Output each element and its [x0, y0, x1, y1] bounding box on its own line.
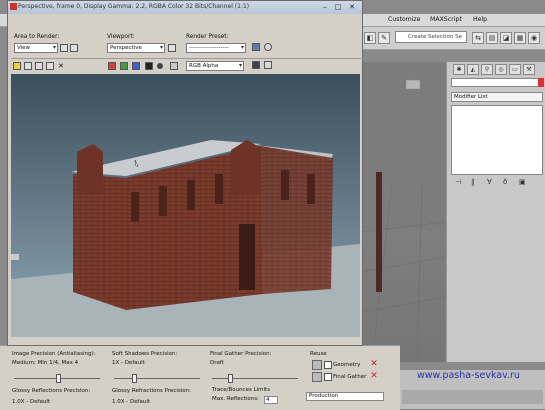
- clear-channel-icon[interactable]: [170, 62, 178, 70]
- glossy-refractions-label: Glossy Refractions Precision:: [112, 388, 191, 394]
- area-to-render-label: Area to Render:: [14, 34, 60, 40]
- minimize-icon[interactable]: –: [320, 3, 330, 12]
- object-color-swatch[interactable]: [538, 78, 544, 87]
- image-precision-label: Image Precision (Antialiasing):: [12, 351, 96, 357]
- image-precision-thumb[interactable]: [56, 374, 61, 383]
- edit-region-icon[interactable]: [60, 44, 68, 52]
- auto-region-icon[interactable]: [70, 44, 78, 52]
- toolbar-curve-editor-icon[interactable]: ▦: [514, 32, 526, 44]
- max-reflections-input[interactable]: 4: [264, 396, 278, 404]
- wall-right: [261, 146, 333, 294]
- toolbar-edit-named-icon[interactable]: ✎: [378, 32, 390, 44]
- display-channel-dropdown[interactable]: RGB Alpha: [186, 61, 244, 71]
- menu-customize[interactable]: Customize: [388, 16, 420, 23]
- maximize-icon[interactable]: □: [333, 3, 343, 12]
- viewport-dropdown[interactable]: Perspective: [107, 43, 165, 53]
- gable-center: [231, 140, 261, 196]
- show-end-result-icon[interactable]: ‖: [471, 178, 475, 186]
- render-setup-panel: Image Precision (Antialiasing): Medium: …: [0, 345, 400, 410]
- toolbar-align-icon[interactable]: ▤: [486, 32, 498, 44]
- render-preset-dropdown[interactable]: --------------------: [186, 43, 246, 53]
- color-swatch-icon[interactable]: [252, 61, 260, 69]
- object-name-field[interactable]: [451, 78, 539, 87]
- menu-help[interactable]: Help: [473, 16, 487, 23]
- soft-shadows-value: 1X - Default: [112, 360, 145, 366]
- glossy-reflections-label: Glossy Reflections Precision:: [12, 388, 91, 394]
- environment-icon[interactable]: [264, 43, 272, 51]
- image-precision-value: Medium: Min 1/4, Max 4: [12, 360, 79, 366]
- final-gather-label: Final Gather Precision:: [210, 351, 272, 357]
- pin-stack-icon[interactable]: ⊣: [455, 178, 461, 186]
- door-opening: [239, 224, 255, 290]
- alpha-channel-icon[interactable]: [145, 62, 153, 70]
- viewcube-icon: [405, 79, 421, 90]
- modify-tab-icon[interactable]: ◭: [467, 64, 479, 75]
- gable-left: [77, 144, 103, 194]
- display-tab-icon[interactable]: ▭: [509, 64, 521, 75]
- watermark-text: www.pasha-sevkav.ru: [417, 370, 520, 381]
- soft-shadows-slider[interactable]: [114, 378, 200, 379]
- final-gather-checkbox[interactable]: [324, 373, 332, 381]
- menu-maxscript[interactable]: MAXScript: [430, 16, 462, 23]
- utilities-tab-icon[interactable]: ⚒: [523, 64, 535, 75]
- close-icon[interactable]: ✕: [347, 3, 357, 12]
- red-channel-icon[interactable]: [108, 62, 116, 70]
- modifier-list-dropdown[interactable]: Modifier List: [451, 92, 543, 102]
- timeline-area: [402, 390, 543, 404]
- geometry-checkbox[interactable]: [324, 361, 332, 369]
- blue-channel-icon[interactable]: [132, 62, 140, 70]
- green-channel-icon[interactable]: [120, 62, 128, 70]
- geometry-label: Geometry: [333, 362, 361, 368]
- toolbar-layer-icon[interactable]: ◪: [500, 32, 512, 44]
- reuse-label: Reuse: [310, 351, 327, 357]
- final-gather-slider[interactable]: [212, 378, 298, 379]
- toolbar-tool-icon[interactable]: ◧: [364, 32, 376, 44]
- motion-tab-icon[interactable]: ◎: [495, 64, 507, 75]
- hierarchy-tab-icon[interactable]: ⚲: [481, 64, 493, 75]
- glossy-refractions-value: 1.0X - Default: [112, 399, 151, 405]
- wall-front-left: [73, 174, 126, 310]
- make-unique-icon[interactable]: ∀: [487, 178, 492, 186]
- toggle-ui-icon[interactable]: [264, 61, 272, 69]
- final-gather-thumb[interactable]: [228, 374, 233, 383]
- viewport-scene: [362, 79, 445, 362]
- modifier-stack-toolbar: ⊣ ‖ ∀ ð ▣: [451, 178, 543, 188]
- selection-set-input[interactable]: Create Selection Se: [395, 31, 467, 43]
- render-preset-label: Render Preset:: [186, 34, 229, 40]
- glossy-reflections-value: 1.0X - Default: [12, 399, 51, 405]
- soft-shadows-thumb[interactable]: [132, 374, 137, 383]
- clone-window-icon[interactable]: [35, 62, 43, 70]
- monochrome-icon[interactable]: [157, 63, 163, 69]
- configure-sets-icon[interactable]: ▣: [519, 178, 526, 186]
- final-gather-check-label: Final Gather: [333, 374, 367, 380]
- preset-dropdown[interactable]: Production: [306, 392, 384, 401]
- trace-limits-label: Trace/Bounces Limits: [212, 387, 271, 393]
- final-gather-clear-icon[interactable]: ✕: [370, 372, 378, 381]
- create-tab-icon[interactable]: ✱: [453, 64, 465, 75]
- geometry-reuse-icon: [312, 360, 322, 370]
- save-image-icon[interactable]: [13, 62, 21, 70]
- geometry-clear-icon[interactable]: ✕: [370, 360, 378, 369]
- app-icon: [10, 3, 17, 10]
- max-reflections-label: Max. Reflections:: [212, 396, 259, 402]
- print-image-icon[interactable]: [46, 62, 54, 70]
- final-gather-value: Draft: [210, 360, 224, 366]
- final-gather-reuse-icon: [312, 372, 322, 382]
- toolbar-mirror-icon[interactable]: ⇆: [472, 32, 484, 44]
- remove-modifier-icon[interactable]: ð: [503, 178, 507, 186]
- copy-image-icon[interactable]: [24, 62, 32, 70]
- toolbar-render-icon[interactable]: ◉: [528, 32, 540, 44]
- modifier-stack[interactable]: [451, 105, 543, 175]
- frame-window-title: Perspective, frame 0, Display Gamma: 2.2…: [18, 3, 250, 10]
- area-to-render-dropdown[interactable]: View: [14, 43, 58, 53]
- soft-shadows-label: Soft Shadows Precision:: [112, 351, 178, 357]
- lock-viewport-icon[interactable]: [168, 44, 176, 52]
- toolbar-separator: [11, 58, 361, 59]
- viewport-label: Viewport:: [107, 34, 135, 40]
- render-setup-icon[interactable]: [252, 43, 260, 51]
- rendered-image: [11, 74, 360, 337]
- clear-icon[interactable]: ✕: [58, 62, 64, 70]
